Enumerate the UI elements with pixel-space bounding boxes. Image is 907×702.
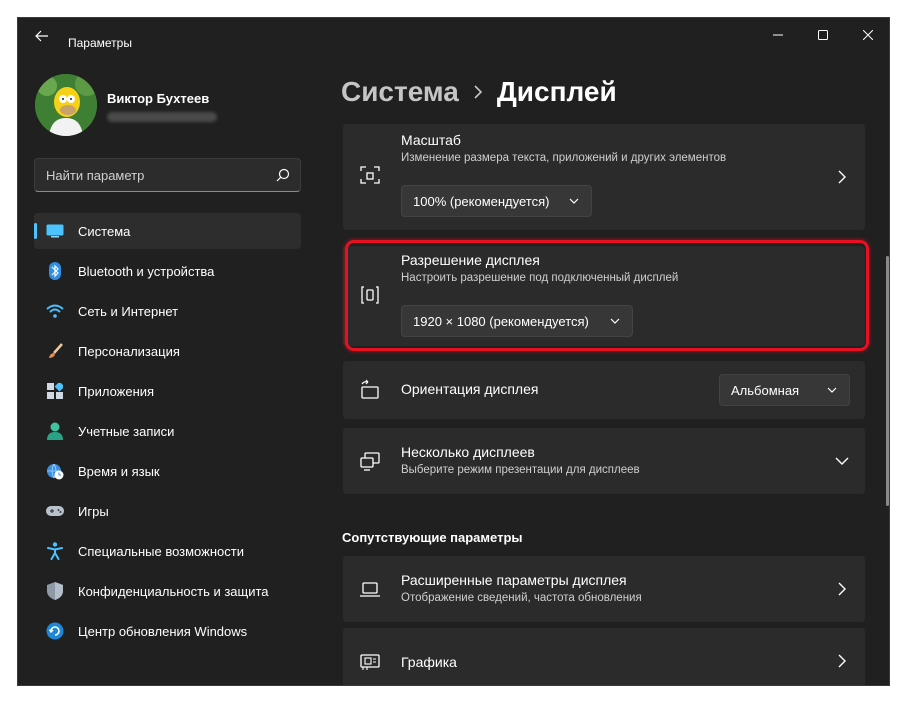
sidebar-item-label: Приложения — [78, 383, 155, 399]
scale-icon — [360, 166, 380, 184]
settings-window: Параметры Виктор Бухтеев Найти параметр … — [17, 17, 890, 686]
breadcrumb-parent[interactable]: Система — [341, 76, 459, 108]
orientation-icon — [361, 379, 379, 399]
orientation-card: Ориентация дисплея Альбомная — [343, 361, 865, 419]
apps-icon — [47, 383, 63, 399]
resolution-highlight-frame — [345, 240, 869, 351]
active-indicator — [34, 223, 37, 239]
scale-subtitle: Изменение размера текста, приложений и д… — [401, 152, 727, 164]
person-icon — [47, 422, 63, 440]
scrollbar[interactable] — [886, 256, 889, 506]
sidebar-item-label: Персонализация — [78, 343, 180, 359]
wifi-icon — [46, 304, 64, 318]
sidebar-item-label: Специальные возможности — [78, 543, 244, 559]
sidebar-item-label: Игры — [78, 503, 109, 519]
chevron-down-icon — [569, 198, 579, 204]
sidebar-item-label: Время и язык — [78, 463, 160, 479]
sidebar-item-personalization[interactable]: Персонализация — [34, 333, 301, 369]
advanced-display-title: Расширенные параметры дисплея — [401, 572, 627, 588]
scale-title: Масштаб — [401, 132, 461, 148]
multiple-displays-subtitle: Выберите режим презентации для дисплеев — [401, 464, 640, 476]
chevron-right-icon[interactable] — [837, 654, 847, 668]
sidebar-item-label: Сеть и Интернет — [78, 303, 179, 319]
accessibility-icon — [47, 542, 63, 560]
orientation-value: Альбомная — [731, 382, 800, 398]
arrow-left-icon — [35, 30, 48, 42]
sidebar-item-windows-update[interactable]: Центр обновления Windows — [34, 613, 301, 649]
brush-icon — [49, 343, 63, 358]
search-icon[interactable] — [276, 168, 290, 182]
sidebar-item-network[interactable]: Сеть и Интернет — [34, 293, 301, 329]
avatar — [35, 74, 97, 136]
advanced-display-card[interactable]: Расширенные параметры дисплея Отображени… — [343, 556, 865, 622]
sidebar-item-label: Учетные записи — [78, 423, 175, 439]
display-icon — [46, 224, 64, 238]
chevron-down-icon[interactable] — [835, 456, 849, 466]
search-input[interactable] — [35, 159, 265, 191]
multiple-displays-icon — [360, 452, 380, 471]
advanced-display-subtitle: Отображение сведений, частота обновления — [401, 592, 642, 604]
gamepad-icon — [46, 506, 64, 516]
sidebar-item-time-language[interactable]: Время и язык — [34, 453, 301, 489]
sidebar-nav: Система Bluetooth и устройства Сеть и Ин… — [34, 213, 301, 653]
graphics-title: Графика — [401, 654, 457, 670]
graphics-card-icon — [360, 654, 380, 670]
chevron-right-icon — [474, 85, 482, 99]
sidebar-item-gaming[interactable]: Игры — [34, 493, 301, 529]
user-email-blurred — [107, 112, 217, 122]
sidebar-item-privacy[interactable]: Конфиденциальность и защита — [34, 573, 301, 609]
update-icon — [46, 622, 64, 640]
close-icon — [863, 30, 873, 40]
sidebar-item-apps[interactable]: Приложения — [34, 373, 301, 409]
shield-icon — [47, 582, 63, 600]
sidebar-item-accessibility[interactable]: Специальные возможности — [34, 533, 301, 569]
multiple-displays-title: Несколько дисплеев — [401, 444, 535, 460]
title-bar: Параметры — [18, 18, 889, 52]
close-button[interactable] — [845, 18, 889, 52]
scale-value: 100% (рекомендуется) — [413, 193, 550, 209]
multiple-displays-card[interactable]: Несколько дисплеев Выберите режим презен… — [343, 428, 865, 494]
minimize-button[interactable] — [755, 18, 801, 52]
bluetooth-icon — [49, 262, 61, 280]
sidebar-item-label: Центр обновления Windows — [78, 623, 248, 639]
sidebar-item-label: Система — [78, 223, 131, 239]
globe-clock-icon — [47, 463, 64, 480]
maximize-icon — [818, 30, 828, 40]
sidebar-item-accounts[interactable]: Учетные записи — [34, 413, 301, 449]
chevron-down-icon — [827, 387, 837, 393]
back-button[interactable] — [28, 25, 56, 47]
breadcrumb: Система Дисплей — [341, 76, 617, 108]
sidebar-item-bluetooth[interactable]: Bluetooth и устройства — [34, 253, 301, 289]
orientation-title: Ориентация дисплея — [401, 381, 539, 397]
laptop-icon — [360, 582, 380, 597]
related-settings-heading: Сопутствующие параметры — [342, 530, 523, 545]
chevron-right-icon[interactable] — [837, 582, 847, 596]
minimize-icon — [773, 34, 783, 36]
sidebar-item-label: Конфиденциальность и защита — [78, 583, 269, 599]
avatar-image — [35, 74, 97, 136]
graphics-card[interactable]: Графика — [343, 628, 865, 685]
sidebar-item-label: Bluetooth и устройства — [78, 263, 215, 279]
orientation-dropdown[interactable]: Альбомная — [719, 374, 850, 406]
app-title: Параметры — [68, 36, 132, 50]
chevron-right-icon[interactable] — [837, 170, 847, 184]
page-title: Дисплей — [496, 76, 617, 107]
user-name: Виктор Бухтеев — [107, 91, 210, 106]
scale-card[interactable]: Масштаб Изменение размера текста, прилож… — [343, 124, 865, 230]
sidebar-item-system[interactable]: Система — [34, 213, 301, 249]
scale-dropdown[interactable]: 100% (рекомендуется) — [401, 185, 592, 217]
maximize-button[interactable] — [800, 18, 846, 52]
search-box — [34, 158, 301, 192]
